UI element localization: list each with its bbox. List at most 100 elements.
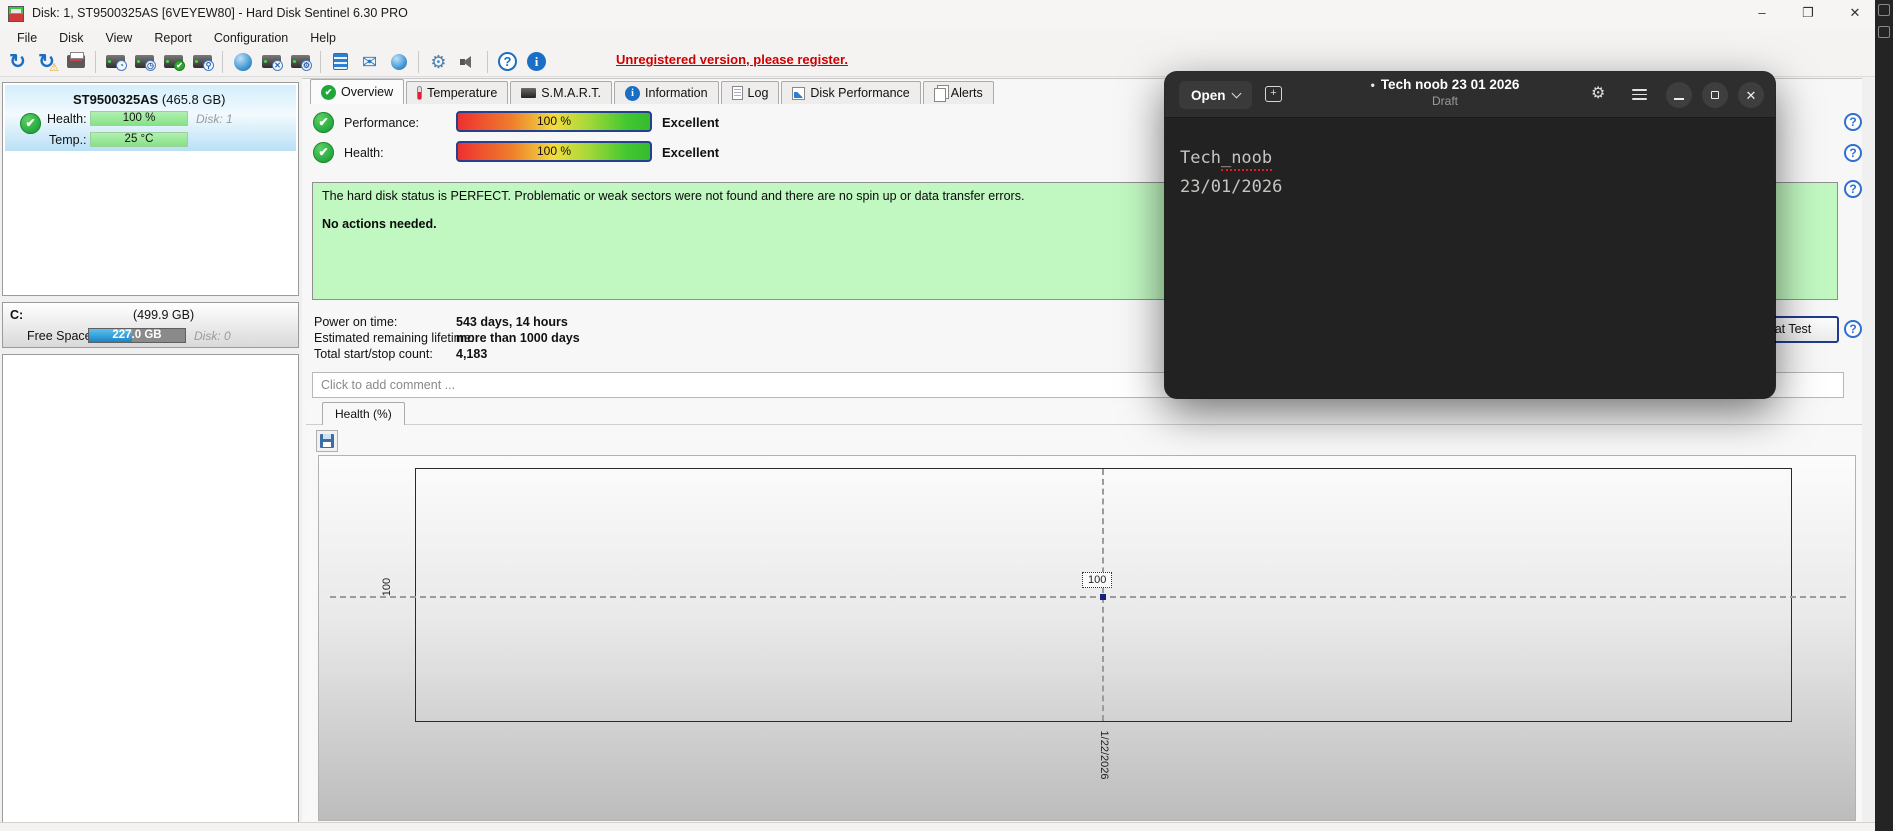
menu-view[interactable]: View <box>96 30 141 46</box>
log-tab-icon <box>732 86 743 100</box>
tab-log[interactable]: Log <box>721 81 780 104</box>
misspelled-word: _noob <box>1221 148 1272 171</box>
volume-disk-badge: Disk: 0 <box>194 329 231 343</box>
volume-card[interactable]: C: (499.9 GB) Free Space 227.0 GB Disk: … <box>2 302 299 348</box>
x-axis-tick-label: 1/22/2026 <box>1096 725 1110 785</box>
editor-minimize-button[interactable] <box>1666 82 1692 108</box>
performance-label: Performance: <box>344 116 419 130</box>
refresh-icon[interactable]: ↻ <box>4 49 31 75</box>
graph-tab-line <box>306 424 1862 425</box>
health-ok-icon: ✔ <box>313 142 334 163</box>
web-status-icon[interactable] <box>385 49 412 75</box>
help-icon[interactable]: ? <box>494 49 521 75</box>
health-rating: Excellent <box>662 145 719 160</box>
editor-close-button[interactable]: ✕ <box>1738 82 1764 108</box>
info-icon[interactable]: i <box>523 49 550 75</box>
gear-icon[interactable]: ⚙ <box>1591 85 1605 103</box>
unsaved-dot-icon: • <box>1371 78 1375 92</box>
stat-label: Power on time: <box>314 315 397 329</box>
disk-card-selected[interactable]: ST9500325AS (465.8 GB) ✔ Health: 100 % D… <box>5 85 296 151</box>
disk-search-icon[interactable]: ⚲ <box>189 49 216 75</box>
volume-size: (499.9 GB) <box>133 308 194 322</box>
test-help-icon[interactable]: ? <box>1844 320 1862 338</box>
stat-value: 4,183 <box>456 347 487 361</box>
stat-label: Estimated remaining lifetime: <box>314 331 474 345</box>
volume-name: C: <box>10 308 23 322</box>
sound-icon[interactable] <box>454 49 481 75</box>
tab-temperature[interactable]: Temperature <box>406 81 508 104</box>
report-print-icon[interactable] <box>62 49 89 75</box>
disk-health-label: Health: <box>47 112 87 126</box>
alerts-tab-icon <box>934 88 946 102</box>
disk-health-bar: 100 % <box>90 111 188 126</box>
open-button[interactable]: Open <box>1179 81 1252 109</box>
menu-configuration[interactable]: Configuration <box>205 30 297 46</box>
sidebar-empty-panel <box>2 354 299 828</box>
menubar: File Disk View Report Configuration Help <box>0 28 1893 47</box>
tab-information[interactable]: iInformation <box>614 81 719 104</box>
network-disk-icon[interactable] <box>229 49 256 75</box>
disk-ok-icon: ✔ <box>20 113 41 134</box>
disk-number-badge: Disk: 1 <box>196 112 233 126</box>
memo-icon[interactable] <box>327 49 354 75</box>
health-gauge: 100 % <box>456 141 652 162</box>
data-point-label: 100 <box>1082 572 1112 588</box>
tab-smart[interactable]: S.M.A.R.T. <box>510 81 612 104</box>
disk-status-icon[interactable]: ✔ <box>160 49 187 75</box>
free-space-bar: 227.0 GB <box>88 328 186 343</box>
email-icon[interactable]: ✉ <box>356 49 383 75</box>
disk-list-panel: ST9500325AS (465.8 GB) ✔ Health: 100 % D… <box>2 82 299 296</box>
graph-tab-health[interactable]: Health (%) <box>322 402 405 425</box>
chevron-down-icon <box>1231 88 1241 98</box>
disk-control-icon[interactable]: ✕ <box>258 49 285 75</box>
menu-disk[interactable]: Disk <box>50 30 92 46</box>
disk-tools-icon[interactable]: ⚙ <box>287 49 314 75</box>
toolbar-separator <box>320 51 321 73</box>
background-window-edge <box>1875 0 1893 831</box>
text-editor-content[interactable]: Tech_noob23/01/2026 <box>1165 119 1775 398</box>
toolbar-separator <box>487 51 488 73</box>
text-editor-headerbar: Open + •Tech noob 23 01 2026 Draft ⚙ ✕ <box>1165 72 1775 118</box>
editor-text: Tech_noob23/01/2026 <box>1180 144 1282 202</box>
minimize-button[interactable]: – <box>1741 0 1783 27</box>
menu-file[interactable]: File <box>8 30 46 46</box>
toolbar-separator <box>95 51 96 73</box>
status-bar <box>0 822 1893 831</box>
status-help-icon[interactable]: ? <box>1844 180 1862 198</box>
register-link[interactable]: Unregistered version, please register. <box>616 52 848 67</box>
dock-icon[interactable] <box>1878 4 1890 16</box>
health-help-icon[interactable]: ? <box>1844 144 1862 162</box>
dock-icon[interactable] <box>1878 26 1890 38</box>
new-tab-icon[interactable]: + <box>1265 86 1282 102</box>
save-graph-button[interactable] <box>316 430 338 452</box>
editor-maximize-button[interactable] <box>1702 82 1728 108</box>
menu-report[interactable]: Report <box>145 30 201 46</box>
disk-gauge-icon[interactable]: ◔ <box>102 49 129 75</box>
text-editor-window: Open + •Tech noob 23 01 2026 Draft ⚙ ✕ T… <box>1165 72 1775 398</box>
toolbar-separator <box>222 51 223 73</box>
toolbar-separator <box>418 51 419 73</box>
restore-button[interactable]: ❐ <box>1787 0 1829 27</box>
disk-clock-icon[interactable]: ◷ <box>131 49 158 75</box>
tab-overview[interactable]: ✔Overview <box>310 79 404 104</box>
document-subtitle: Draft <box>1315 94 1575 108</box>
refresh-warning-icon[interactable]: ↻⚠ <box>33 49 60 75</box>
close-button[interactable]: ✕ <box>1834 0 1876 27</box>
health-label: Health: <box>344 146 384 160</box>
floppy-icon <box>320 434 334 448</box>
smart-tab-icon <box>521 88 536 98</box>
menu-icon[interactable] <box>1632 89 1647 101</box>
tab-alerts[interactable]: Alerts <box>923 81 994 104</box>
screen: Disk: 1, ST9500325AS [6VEYEW80] - Hard D… <box>0 0 1893 831</box>
performance-help-icon[interactable]: ? <box>1844 113 1862 131</box>
settings-gear-icon[interactable]: ⚙ <box>425 49 452 75</box>
performance-rating: Excellent <box>662 115 719 130</box>
performance-ok-icon: ✔ <box>313 112 334 133</box>
information-tab-icon: i <box>625 86 640 101</box>
stat-value: 543 days, 14 hours <box>456 315 568 329</box>
tab-disk-performance[interactable]: Disk Performance <box>781 81 920 104</box>
performance-gauge: 100 % <box>456 111 652 132</box>
overview-tab-icon: ✔ <box>321 85 336 100</box>
data-point <box>1100 594 1106 600</box>
menu-help[interactable]: Help <box>301 30 345 46</box>
